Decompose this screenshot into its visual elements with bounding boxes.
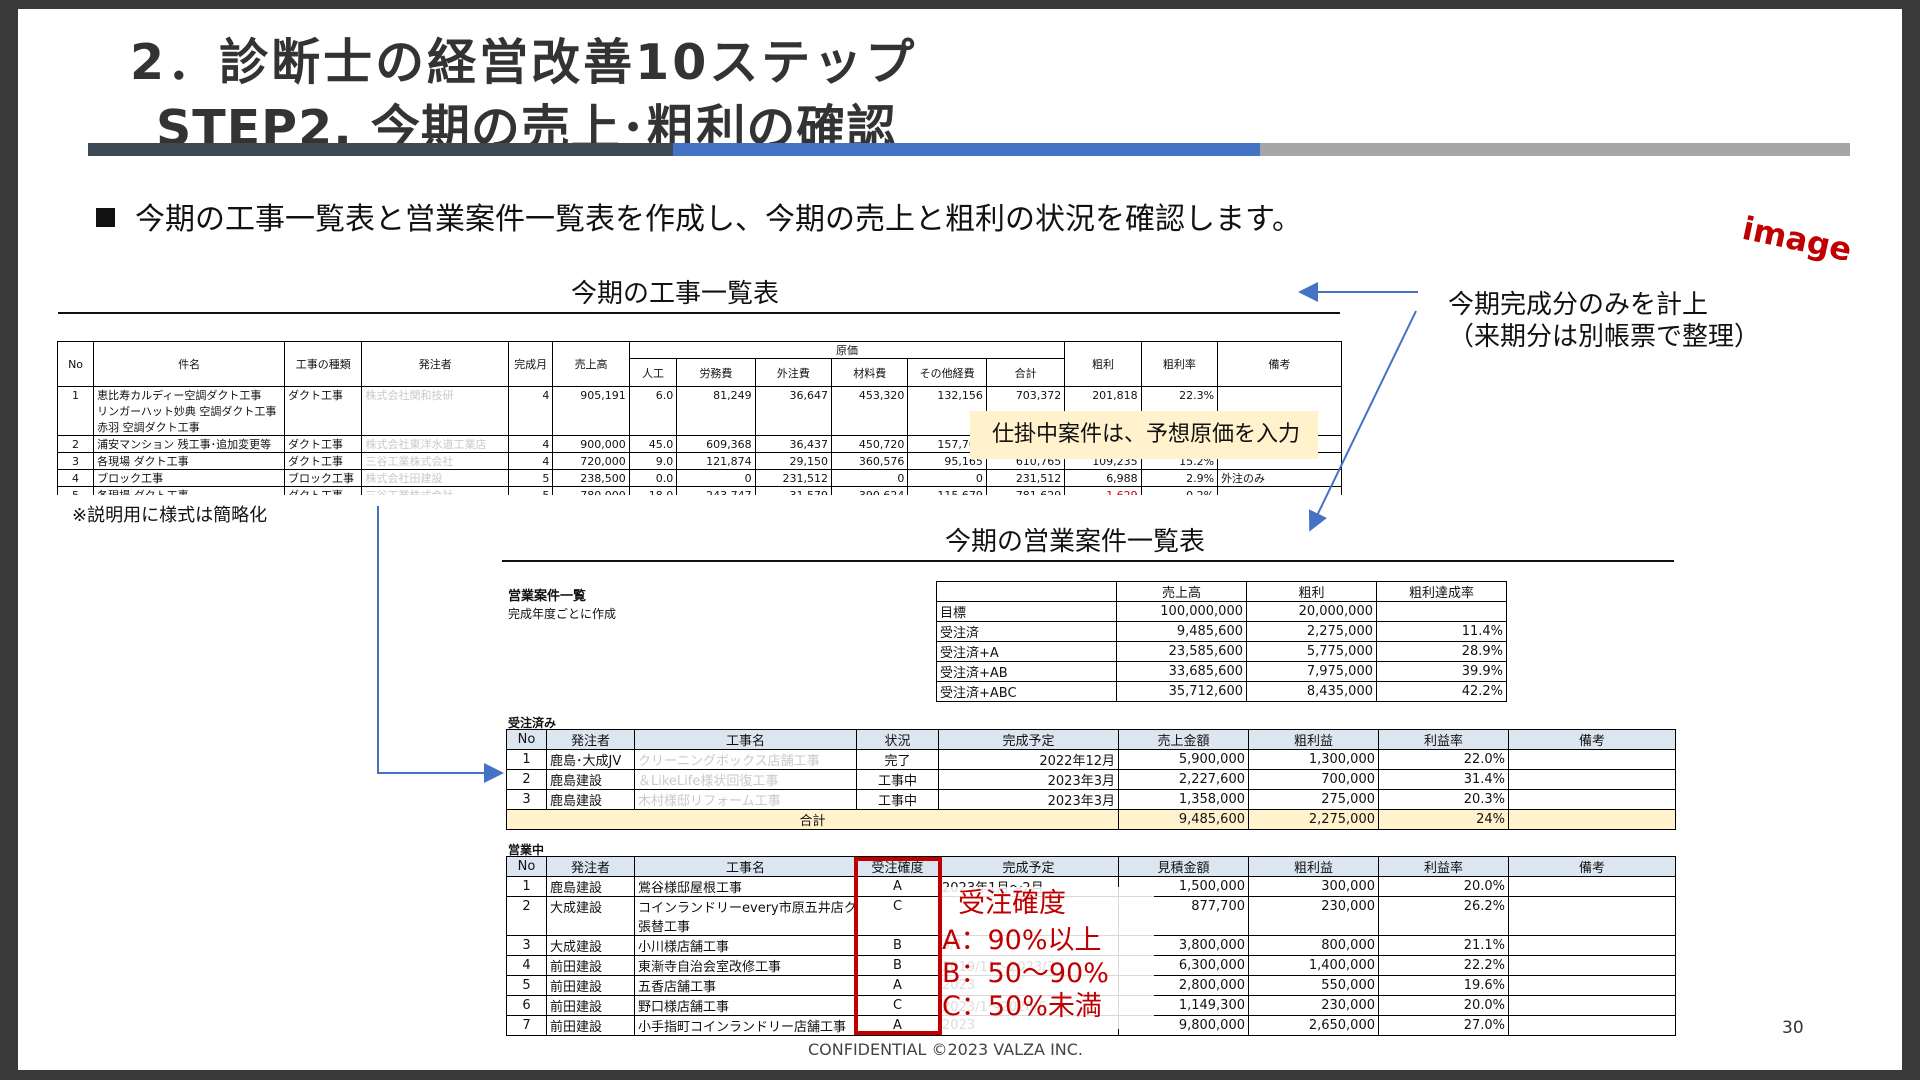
arrow-to-ordered-table [377,506,504,783]
slide: 2．診断士の経営改善10ステップ STEP2. 今期の売上･粗利の確認 今期の工… [18,9,1902,1070]
arrow-to-sales-title [1308,310,1417,532]
page-number: 30 [1782,1018,1804,1038]
connector-arrows [377,282,1418,783]
footer-confidential: CONFIDENTIAL ©2023 VALZA INC. [808,1040,1084,1059]
